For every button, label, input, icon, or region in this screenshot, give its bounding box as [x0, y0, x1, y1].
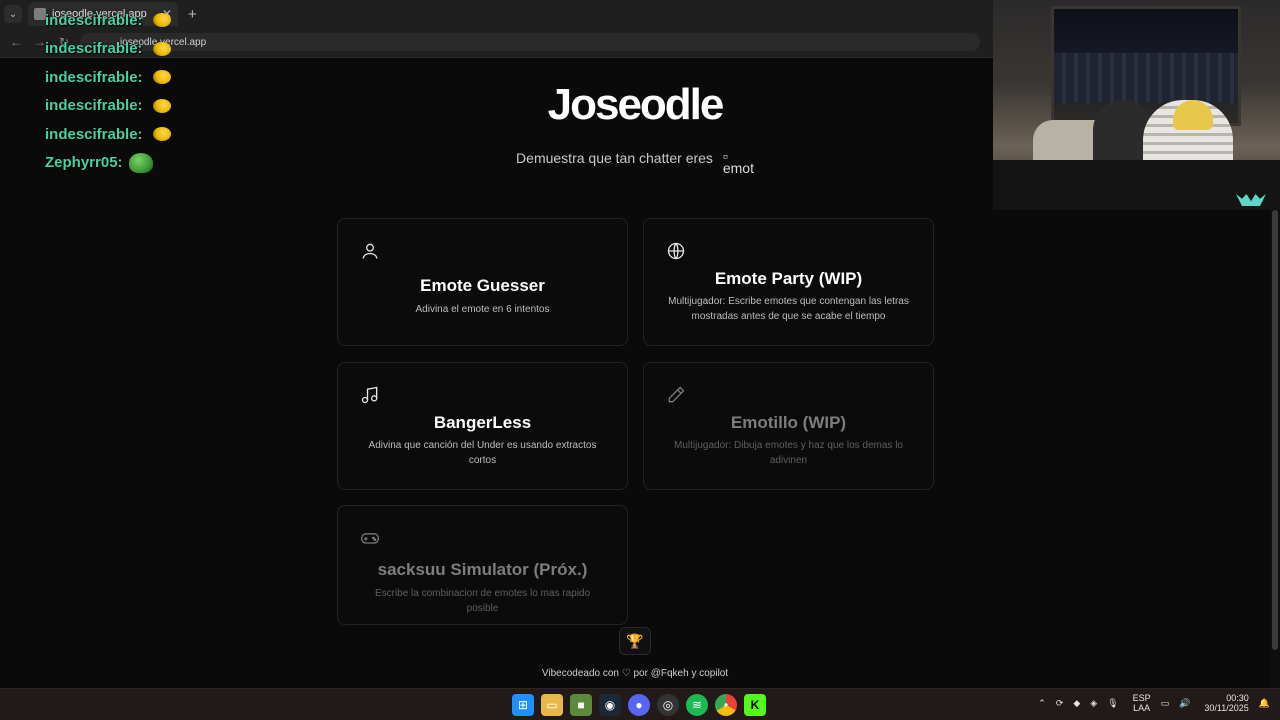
card-title: sacksuu Simulator (Próx.): [377, 560, 588, 579]
minecraft-icon[interactable]: ■: [570, 694, 592, 716]
chat-message: indescifrable:: [45, 6, 285, 35]
webcam-overlay: [993, 0, 1280, 210]
music-note-icon: [360, 385, 380, 405]
security-icon[interactable]: ◆: [1073, 698, 1080, 709]
back-arrow-icon[interactable]: ←: [8, 35, 24, 49]
card-description: Adivina que canción del Under es usando …: [368, 440, 597, 466]
chat-message: Zephyrr05:: [45, 149, 285, 178]
system-tray: ⌃ ⟳ ◆ ◈ 🎙 ESP LAA ▭ 🔊 00:30 30/11/2025 🔔: [1028, 693, 1270, 713]
keyboard-layout: LAA: [1133, 703, 1151, 713]
kick-icon[interactable]: K: [744, 694, 766, 716]
stream-chat-overlay: indescifrable: indescifrable: indescifra…: [45, 6, 285, 177]
obs-icon[interactable]: ◎: [657, 694, 679, 716]
gamepad-icon: [360, 528, 380, 548]
chat-message: indescifrable:: [45, 120, 285, 149]
file-explorer-icon[interactable]: ▭: [541, 694, 563, 716]
card-title: BangerLess: [433, 413, 532, 432]
emote-alt-text: emot: [722, 160, 754, 176]
spotify-icon[interactable]: ≋: [686, 694, 708, 716]
chat-message: indescifrable:: [45, 63, 285, 92]
steam-icon[interactable]: ◉: [599, 694, 621, 716]
game-card-emotillo[interactable]: Emotillo (WIP) Multijugador: Dibuja emot…: [643, 362, 934, 490]
speaker-icon[interactable]: 🔊: [1179, 698, 1190, 709]
trophy-icon: 🏆: [626, 632, 644, 649]
clock-time: 00:30: [1226, 693, 1249, 703]
footer-credit: Vibecodeado con ♡ por @Fqkeh y copilot: [541, 668, 729, 679]
taskbar-apps: ⊞ ▭ ■ ◉ ● ◎ ≋ • K: [512, 694, 773, 716]
card-title: Emotillo (WIP): [730, 413, 847, 432]
pepe-frog-emote-icon: [128, 152, 153, 173]
notification-bell-icon[interactable]: 🔔: [1259, 698, 1270, 709]
card-title: Emote Party (WIP): [714, 269, 863, 288]
scrollbar-thumb[interactable]: [1272, 210, 1278, 650]
clock-date: 30/11/2025: [1204, 703, 1249, 713]
discord-icon[interactable]: ●: [628, 694, 650, 716]
card-description: Escribe la combinacion de emotes lo mas …: [374, 588, 591, 614]
pencil-icon: [666, 385, 686, 405]
card-description: Adivina el emote en 6 intentos: [415, 304, 550, 315]
language-indicator[interactable]: ESP LAA: [1133, 693, 1151, 713]
game-card-bangerless[interactable]: BangerLess Adivina que canción del Under…: [337, 362, 628, 490]
game-card-sacksuu-simulator[interactable]: sacksuu Simulator (Próx.) Escribe la com…: [337, 505, 628, 625]
chevron-up-icon[interactable]: ⌃: [1038, 698, 1046, 709]
webcam-desk: [993, 160, 1280, 210]
yellow-blob-emote-icon: [152, 41, 171, 56]
sync-icon[interactable]: ⟳: [1056, 698, 1064, 709]
yellow-blob-emote-icon: [152, 70, 171, 85]
language-code: ESP: [1132, 693, 1151, 703]
card-description: Multijugador: Dibuja emotes y haz que lo…: [673, 440, 903, 466]
game-card-emote-party[interactable]: Emote Party (WIP) Multijugador: Escribe …: [643, 218, 934, 346]
yellow-blob-emote-icon: [152, 13, 171, 28]
game-card-emote-guesser[interactable]: Emote Guesser Adivina el emote en 6 inte…: [337, 218, 628, 346]
globe-icon: [666, 241, 686, 261]
display-icon[interactable]: ▭: [1161, 698, 1170, 709]
chrome-icon[interactable]: •: [715, 694, 737, 716]
card-description: Multijugador: Escribe emotes que conteng…: [668, 296, 909, 322]
microphone-icon[interactable]: 🎙: [1107, 698, 1118, 709]
chat-username: indescifrable:: [45, 68, 143, 86]
network-icon[interactable]: ◈: [1090, 698, 1097, 709]
scrollbar[interactable]: [1270, 210, 1280, 688]
chat-username: indescifrable:: [45, 125, 143, 143]
broken-emote-image: ▫ emot: [722, 148, 754, 176]
user-icon: [360, 241, 380, 261]
chat-username: indescifrable:: [45, 11, 143, 29]
yellow-blob-emote-icon: [152, 98, 171, 113]
trophy-button[interactable]: 🏆: [619, 627, 651, 655]
chat-username: indescifrable:: [45, 97, 143, 115]
windows-start-icon[interactable]: ⊞: [512, 694, 534, 716]
card-title: Emote Guesser: [420, 276, 545, 295]
chat-message: indescifrable:: [45, 35, 285, 64]
subtitle-text: Demuestra que tan chatter eres: [516, 150, 713, 166]
clock[interactable]: 00:30 30/11/2025: [1204, 693, 1248, 713]
chat-username: Zephyrr05:: [45, 154, 123, 172]
windows-taskbar: ⊞ ▭ ■ ◉ ● ◎ ≋ • K ⌃ ⟳ ◆ ◈ 🎙 ESP LAA ▭ 🔊 …: [0, 688, 1280, 720]
tab-list-menu-button[interactable]: ⌄: [4, 5, 22, 23]
chat-username: indescifrable:: [45, 40, 143, 58]
chat-message: indescifrable:: [45, 92, 285, 121]
yellow-blob-emote-icon: [152, 127, 171, 142]
